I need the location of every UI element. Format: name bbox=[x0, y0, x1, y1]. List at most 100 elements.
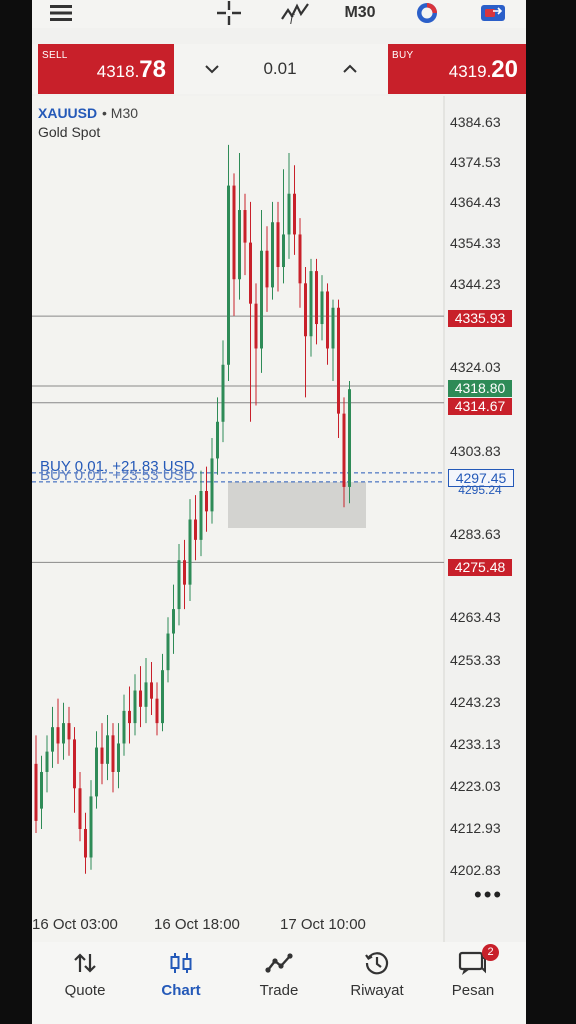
buy-label: BUY bbox=[392, 50, 414, 61]
sort-arrows-icon bbox=[40, 948, 130, 978]
price-axis-label: 4364.43 bbox=[450, 194, 501, 210]
price-axis-label: 4354.33 bbox=[450, 235, 501, 251]
candle-body bbox=[161, 670, 164, 724]
candle-body bbox=[293, 193, 296, 235]
price-axis-label: 4384.63 bbox=[450, 114, 501, 130]
nav-trade[interactable]: Trade bbox=[234, 948, 324, 1012]
one-click-trade-bar: SELL 4318.78 0.01 BUY 4319.20 bbox=[32, 44, 526, 94]
price-axis-label: 4212.93 bbox=[450, 820, 501, 836]
candle-body bbox=[315, 271, 318, 325]
candle-body bbox=[194, 519, 197, 540]
candle-body bbox=[271, 222, 274, 288]
notification-badge: 2 bbox=[482, 944, 499, 961]
candle-body bbox=[309, 271, 313, 337]
candle-body bbox=[221, 364, 225, 422]
color-wheel-icon[interactable] bbox=[412, 0, 442, 26]
nav-messages-label: Pesan bbox=[451, 982, 495, 999]
top-toolbar: f M30 bbox=[32, 0, 526, 28]
candle-body bbox=[199, 491, 203, 540]
candle-body bbox=[56, 727, 60, 744]
sell-button[interactable]: SELL 4318.78 bbox=[38, 44, 174, 94]
chart-symbol: XAUUSD bbox=[38, 105, 98, 121]
candle-body bbox=[67, 723, 71, 740]
candle-body bbox=[342, 413, 346, 487]
buy-price: 4319.20 bbox=[448, 56, 518, 83]
price-axis-label: 4243.23 bbox=[450, 694, 501, 710]
selection-rectangle bbox=[228, 482, 366, 528]
price-tag-green: 4318.80 bbox=[448, 380, 512, 397]
chevron-down-icon[interactable] bbox=[192, 52, 232, 86]
nav-messages[interactable]: 2 Pesan bbox=[428, 944, 518, 1012]
candle-body bbox=[111, 735, 115, 772]
price-axis-label: 4283.63 bbox=[450, 526, 501, 542]
candle-body bbox=[282, 234, 285, 268]
candle-body bbox=[254, 303, 258, 349]
position-price-tag: 4295.24 bbox=[458, 483, 502, 497]
candle-body bbox=[62, 723, 65, 744]
candle-body bbox=[238, 210, 241, 280]
price-axis-label: 4233.13 bbox=[450, 736, 501, 752]
candle-body bbox=[216, 421, 219, 459]
crosshair-icon[interactable] bbox=[214, 0, 244, 26]
price-axis-label: 4202.83 bbox=[450, 862, 501, 878]
candle-body bbox=[172, 609, 175, 634]
chart-symbol-description: Gold Spot bbox=[38, 124, 101, 140]
candle-body bbox=[177, 560, 181, 610]
candle-body bbox=[73, 739, 76, 789]
phone-screen: f M30 SELL 4318.78 0.01 BUY 4319.20 XAUU… bbox=[32, 0, 526, 1024]
bottom-navigation: Quote Chart Trade Riwayat 2 Pesan bbox=[32, 942, 526, 1024]
hamburger-icon[interactable] bbox=[46, 0, 76, 26]
buy-button[interactable]: BUY 4319.20 bbox=[388, 44, 526, 94]
price-chart[interactable]: XAUUSD • M30 Gold Spot 4384.63 4374.53 4… bbox=[32, 96, 526, 942]
candle-body bbox=[265, 250, 269, 288]
nav-chart[interactable]: Chart bbox=[136, 948, 226, 1012]
candle-body bbox=[133, 690, 137, 724]
nav-history-label: Riwayat bbox=[350, 982, 404, 999]
candle-body bbox=[337, 307, 340, 414]
time-axis-label: 17 Oct 10:00 bbox=[280, 916, 366, 933]
lot-size-value[interactable]: 0.01 bbox=[242, 59, 318, 79]
indicator-f-icon[interactable]: f bbox=[280, 0, 310, 26]
candle-body bbox=[117, 743, 120, 772]
candle-body bbox=[331, 307, 335, 349]
candle-body bbox=[150, 682, 153, 699]
candle-body bbox=[89, 796, 93, 858]
timeframe-button[interactable]: M30 bbox=[338, 0, 382, 26]
candle-body bbox=[304, 283, 307, 337]
candle-body bbox=[227, 185, 230, 365]
price-tag-red: 4275.48 bbox=[448, 559, 512, 576]
chart-canvas[interactable] bbox=[32, 96, 526, 942]
candle-body bbox=[84, 828, 87, 858]
chevron-up-icon[interactable] bbox=[330, 52, 370, 86]
candle-body bbox=[276, 222, 280, 268]
position-line-label[interactable]: BUY 0.01, +23.53 USD bbox=[40, 467, 194, 484]
candle-body bbox=[287, 193, 291, 235]
candle-body bbox=[298, 234, 302, 284]
candle-body bbox=[348, 389, 351, 487]
price-axis-label: 4303.83 bbox=[450, 443, 501, 459]
history-icon bbox=[332, 948, 422, 978]
candle-body bbox=[326, 291, 329, 349]
candle-body bbox=[155, 698, 159, 724]
candle-body bbox=[128, 710, 131, 724]
time-axis-label: 16 Oct 03:00 bbox=[32, 916, 118, 933]
price-axis-label: 4374.53 bbox=[450, 154, 501, 170]
trend-line-icon bbox=[234, 948, 324, 978]
candle-body bbox=[260, 250, 263, 349]
nav-quote-label: Quote bbox=[64, 982, 106, 999]
candle-body bbox=[243, 210, 247, 243]
nav-trade-label: Trade bbox=[259, 982, 299, 999]
candle-body bbox=[40, 771, 43, 809]
price-axis-label: 4344.23 bbox=[450, 276, 501, 292]
candle-body bbox=[139, 690, 142, 707]
exchange-icon[interactable] bbox=[478, 0, 508, 26]
candle-body bbox=[144, 682, 148, 707]
nav-history[interactable]: Riwayat bbox=[332, 948, 422, 1012]
chat-icon bbox=[428, 948, 518, 978]
candle-body bbox=[95, 747, 98, 797]
candle-body bbox=[78, 788, 82, 829]
nav-quote[interactable]: Quote bbox=[40, 948, 130, 1012]
more-dots-icon[interactable]: ••• bbox=[474, 882, 503, 908]
sell-label: SELL bbox=[42, 50, 68, 61]
price-axis-label: 4253.33 bbox=[450, 652, 501, 668]
